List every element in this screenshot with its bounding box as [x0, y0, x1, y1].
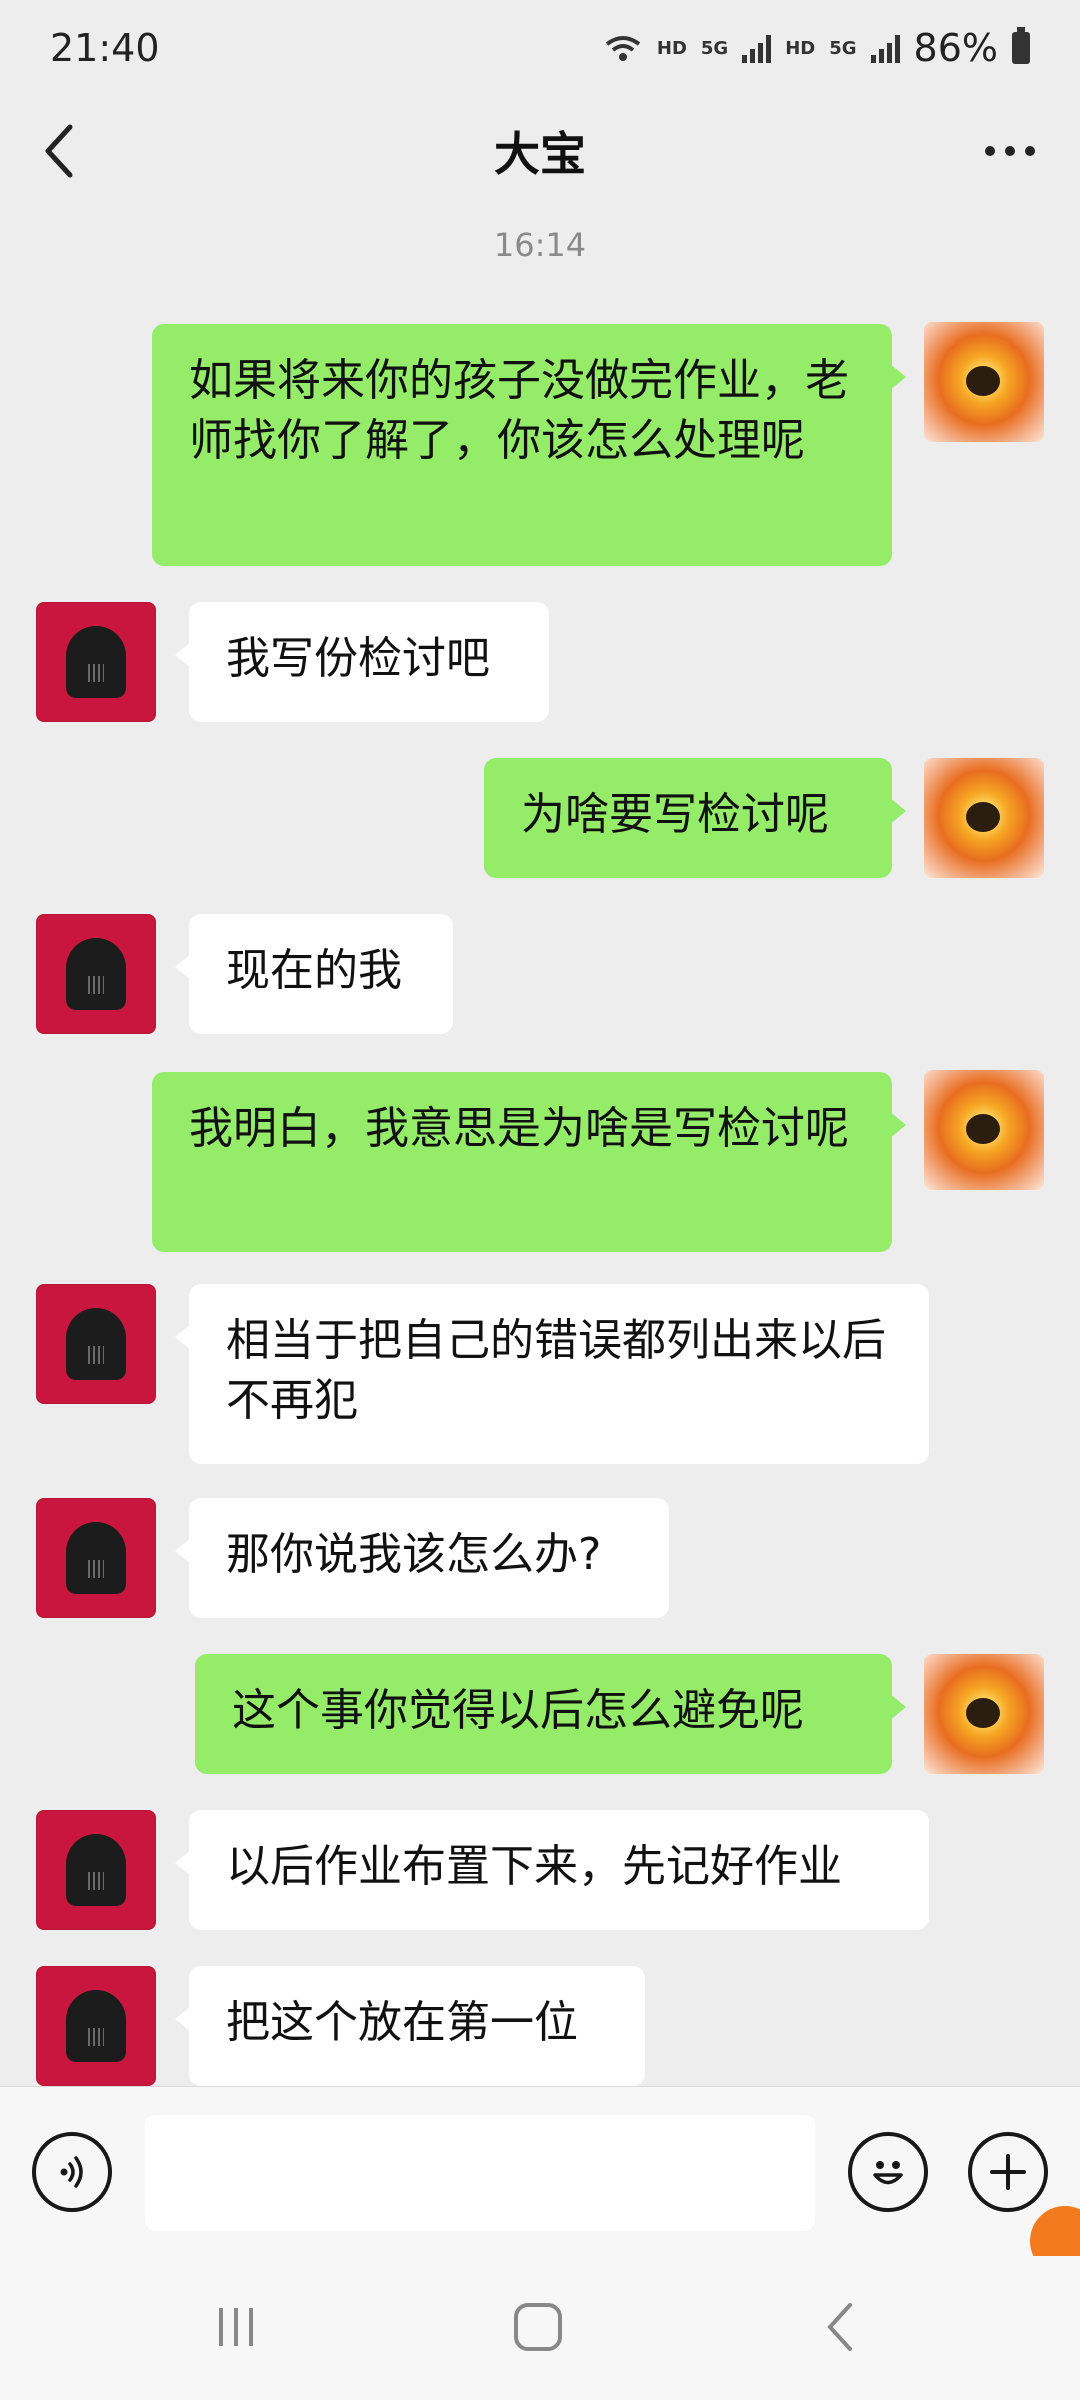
contact-avatar[interactable] — [36, 1810, 156, 1930]
message-timestamp: 16:14 — [493, 226, 587, 264]
emoji-icon — [873, 2161, 903, 2185]
network-5g-label-2: 5G — [829, 37, 857, 59]
message-bubble-self[interactable]: 这个事你觉得以后怎么避免呢 — [195, 1654, 906, 1774]
chat-area[interactable]: 16:14 如果将来你的孩子没做完作业，老师找你了解了，你该怎么处理呢 我写份检… — [0, 206, 1080, 2086]
self-avatar[interactable] — [924, 322, 1044, 442]
message-bubble-other[interactable]: 相当于把自己的错误都列出来以后不再犯 — [175, 1284, 929, 1464]
message-bubble-other[interactable]: 现在的我 — [175, 914, 453, 1034]
message-bubble-other[interactable]: 把这个放在第一位 — [175, 1966, 645, 2086]
battery-icon — [1012, 27, 1030, 64]
home-button[interactable] — [488, 2292, 588, 2362]
message-bubble-self[interactable]: 我明白，我意思是为啥是写检讨呢 — [152, 1072, 906, 1252]
network-hd-label: HD — [656, 37, 687, 59]
contact-avatar[interactable] — [36, 1498, 156, 1618]
signal-icon — [742, 33, 772, 63]
back-nav-icon — [827, 2303, 852, 2351]
voice-icon — [60, 2156, 83, 2188]
emoji-button[interactable] — [848, 2132, 928, 2212]
home-icon — [514, 2303, 562, 2351]
self-avatar[interactable] — [924, 758, 1044, 878]
network-hd-label-2: HD — [785, 37, 816, 59]
message-bubble-other[interactable]: 那你说我该怎么办? — [175, 1498, 669, 1618]
contact-avatar[interactable] — [36, 914, 156, 1034]
system-nav-bar — [0, 2256, 1080, 2400]
chat-title: 大宝 — [494, 127, 586, 181]
recent-apps-button[interactable] — [186, 2292, 286, 2362]
title-bar: 大宝 — [0, 96, 1080, 206]
wifi-icon — [605, 36, 641, 61]
network-5g-label: 5G — [700, 37, 729, 59]
message-bubble-self[interactable]: 如果将来你的孩子没做完作业，老师找你了解了，你该怎么处理呢 — [152, 324, 906, 566]
more-options-button[interactable] — [970, 121, 1050, 181]
back-button[interactable] — [30, 121, 90, 181]
signal-icon-2 — [870, 33, 900, 63]
status-time: 21:40 — [50, 26, 160, 70]
contact-avatar[interactable] — [36, 602, 156, 722]
more-functions-button[interactable] — [968, 2132, 1048, 2212]
message-bubble-other[interactable]: 我写份检讨吧 — [175, 602, 549, 722]
voice-input-button[interactable] — [32, 2132, 112, 2212]
message-bubble-self[interactable]: 为啥要写检讨呢 — [484, 758, 906, 878]
message-input[interactable] — [145, 2115, 815, 2231]
recent-apps-icon — [219, 2308, 253, 2346]
self-avatar[interactable] — [924, 1654, 1044, 1774]
battery-percent: 86% — [913, 26, 998, 70]
contact-avatar[interactable] — [36, 1284, 156, 1404]
self-avatar[interactable] — [924, 1070, 1044, 1190]
status-icons: HD 5G HD 5G 86% — [603, 26, 1030, 70]
plus-icon — [990, 2154, 1026, 2190]
back-nav-button[interactable] — [790, 2292, 890, 2362]
more-dots-icon — [985, 146, 1035, 156]
input-bar — [0, 2086, 1080, 2257]
message-bubble-other[interactable]: 以后作业布置下来，先记好作业 — [175, 1810, 929, 1930]
back-arrow-icon — [45, 124, 73, 178]
contact-avatar[interactable] — [36, 1966, 156, 2086]
status-bar: 21:40 HD 5G HD 5G 86% — [0, 0, 1080, 96]
